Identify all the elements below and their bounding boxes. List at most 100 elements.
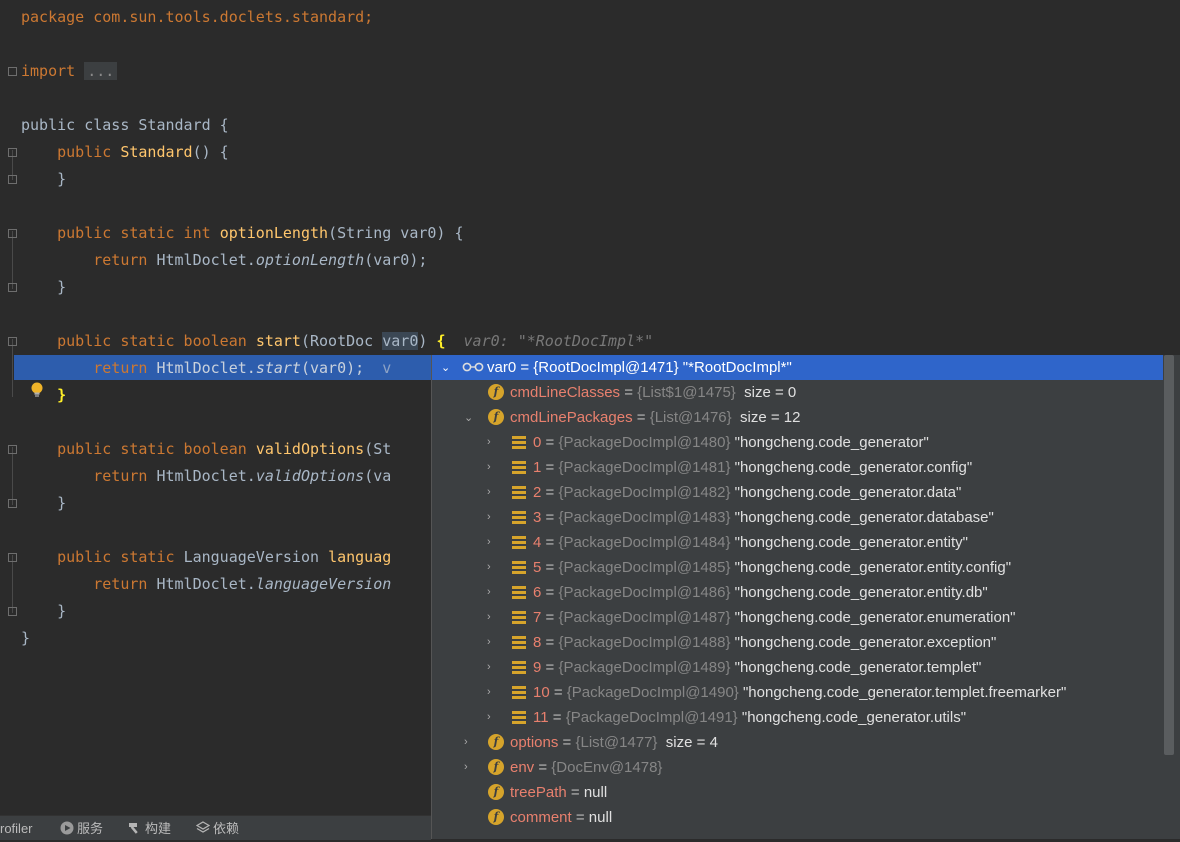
field-type: {List@1477} <box>575 734 658 751</box>
m2-rest-a: (RootDoc <box>300 332 383 350</box>
element-eq: = <box>541 609 559 626</box>
expand-arrow-icon[interactable]: › <box>487 687 497 698</box>
field-icon: f <box>488 784 504 800</box>
tree-row-package[interactable]: › 0 = {PackageDocImpl@1480} "hongcheng.c… <box>432 430 1163 455</box>
element-eq: = <box>541 659 559 676</box>
field-type: {DocEnv@1478} <box>551 759 663 776</box>
dependencies-tab[interactable]: 依赖 <box>196 816 239 840</box>
expand-arrow-icon[interactable]: › <box>487 512 497 523</box>
element-eq: = <box>541 584 559 601</box>
layers-icon <box>196 821 210 833</box>
element-eq: = <box>541 434 559 451</box>
array-element-icon <box>512 461 526 474</box>
fold-marker-icon[interactable] <box>8 445 17 454</box>
services-tab[interactable]: 服务 <box>60 816 103 840</box>
element-eq: = <box>541 459 559 476</box>
tree-row-root[interactable]: ⌄ var0 = {RootDocImpl@1471} "*RootDocImp… <box>432 355 1163 380</box>
tree-row-package[interactable]: › 9 = {PackageDocImpl@1489} "hongcheng.c… <box>432 655 1163 680</box>
import-fold[interactable]: ... <box>84 62 118 80</box>
build-tab[interactable]: 构建 <box>128 816 171 840</box>
class-declaration: public class Standard { <box>21 116 229 134</box>
field-eq: = <box>571 809 589 826</box>
fold-marker-icon[interactable] <box>8 67 17 76</box>
code-line-m3: public static boolean validOptions(St <box>21 436 391 463</box>
code-line-m2: public static boolean start(RootDoc var0… <box>21 328 653 355</box>
element-index: 10 <box>533 684 550 701</box>
tree-row-package[interactable]: › 2 = {PackageDocImpl@1482} "hongcheng.c… <box>432 480 1163 505</box>
tree-row-comment[interactable]: f comment = null <box>432 805 1163 830</box>
tree-row-package[interactable]: › 6 = {PackageDocImpl@1486} "hongcheng.c… <box>432 580 1163 605</box>
collapse-arrow-icon[interactable]: ⌄ <box>464 413 474 424</box>
element-type: {PackageDocImpl@1481} <box>558 459 731 476</box>
field-name: cmdLinePackages <box>510 409 633 426</box>
fold-marker-icon[interactable] <box>8 283 17 292</box>
root-var-eq: = <box>516 359 534 376</box>
m2-close: } <box>57 386 67 404</box>
m2-return-call: start <box>255 359 301 377</box>
expand-arrow-icon[interactable]: › <box>487 712 497 723</box>
expand-arrow-icon[interactable]: › <box>487 487 497 498</box>
fold-marker-icon[interactable] <box>8 337 17 346</box>
tree-row-package[interactable]: › 3 = {PackageDocImpl@1483} "hongcheng.c… <box>432 505 1163 530</box>
field-value: size = 12 <box>740 409 801 426</box>
expand-arrow-icon[interactable]: › <box>487 637 497 648</box>
m1-return-args: (var0); <box>364 251 428 269</box>
expand-arrow-icon[interactable]: › <box>487 587 497 598</box>
m1-return-call: optionLength <box>255 251 365 269</box>
element-type: {PackageDocImpl@1483} <box>558 509 731 526</box>
collapse-arrow-icon[interactable]: ⌄ <box>441 363 451 374</box>
tree-row-cmdLinePackages[interactable]: ⌄ f cmdLinePackages = {List@1476} size =… <box>432 405 1163 430</box>
element-value: "hongcheng.code_generator.utils" <box>741 709 967 726</box>
tree-row-options[interactable]: › f options = {List@1477} size = 4 <box>432 730 1163 755</box>
fold-marker-icon[interactable] <box>8 175 17 184</box>
m2-keyword: public static boolean <box>57 332 247 350</box>
field-name: cmdLineClasses <box>510 384 621 401</box>
tree-row-treePath[interactable]: f treePath = null <box>432 780 1163 805</box>
lightbulb-icon[interactable] <box>30 382 44 398</box>
element-eq: = <box>541 534 559 551</box>
expand-arrow-icon[interactable]: › <box>487 612 497 623</box>
element-eq: = <box>541 559 559 576</box>
tree-row-package[interactable]: › 10 = {PackageDocImpl@1490} "hongcheng.… <box>432 680 1163 705</box>
expand-arrow-icon[interactable]: › <box>464 737 474 748</box>
root-var-type: {RootDocImpl@1471} <box>533 359 679 376</box>
fold-marker-icon[interactable] <box>8 229 17 238</box>
popup-scrollbar-thumb[interactable] <box>1164 355 1174 755</box>
fold-marker-icon[interactable] <box>8 148 17 157</box>
fold-marker-icon[interactable] <box>8 607 17 616</box>
fold-marker-icon[interactable] <box>8 499 17 508</box>
tree-row-cmdLineClasses[interactable]: f cmdLineClasses = {List$1@1475} size = … <box>432 380 1163 405</box>
tree-row-package[interactable]: › 4 = {PackageDocImpl@1484} "hongcheng.c… <box>432 530 1163 555</box>
expand-arrow-icon[interactable]: › <box>487 537 497 548</box>
field-icon: f <box>488 734 504 750</box>
element-eq: = <box>541 484 559 501</box>
root-var-name: var0 <box>487 359 517 376</box>
hammer-icon <box>129 823 138 834</box>
tree-row-package[interactable]: › 7 = {PackageDocImpl@1487} "hongcheng.c… <box>432 605 1163 630</box>
tree-row-package[interactable]: › 5 = {PackageDocImpl@1485} "hongcheng.c… <box>432 555 1163 580</box>
deps-label: 依赖 <box>213 821 240 836</box>
debug-value-popup[interactable]: ⌄ var0 = {RootDocImpl@1471} "*RootDocImp… <box>431 355 1180 839</box>
array-element-icon <box>512 686 526 699</box>
tree-row-env[interactable]: › f env = {DocEnv@1478} <box>432 755 1163 780</box>
expand-arrow-icon[interactable]: › <box>487 462 497 473</box>
tree-row-package[interactable]: › 1 = {PackageDocImpl@1481} "hongcheng.c… <box>432 455 1163 480</box>
gutter-fold-line <box>12 339 13 397</box>
m2-var[interactable]: var0 <box>382 332 419 350</box>
field-name: treePath <box>510 784 567 801</box>
element-eq: = <box>549 684 567 701</box>
expand-arrow-icon[interactable]: › <box>487 437 497 448</box>
gutter-fold-line <box>12 555 13 613</box>
profiler-tab[interactable]: rofiler <box>0 816 33 840</box>
element-value: "hongcheng.code_generator.config" <box>734 459 973 476</box>
expand-arrow-icon[interactable]: › <box>464 762 474 773</box>
expand-arrow-icon[interactable]: › <box>487 562 497 573</box>
m1-close: } <box>57 278 67 296</box>
services-label: 服务 <box>77 821 104 836</box>
element-type: {PackageDocImpl@1484} <box>558 534 731 551</box>
expand-arrow-icon[interactable]: › <box>487 662 497 673</box>
field-name: comment <box>510 809 572 826</box>
tree-row-package[interactable]: › 8 = {PackageDocImpl@1488} "hongcheng.c… <box>432 630 1163 655</box>
fold-marker-icon[interactable] <box>8 553 17 562</box>
tree-row-package[interactable]: › 11 = {PackageDocImpl@1491} "hongcheng.… <box>432 705 1163 730</box>
